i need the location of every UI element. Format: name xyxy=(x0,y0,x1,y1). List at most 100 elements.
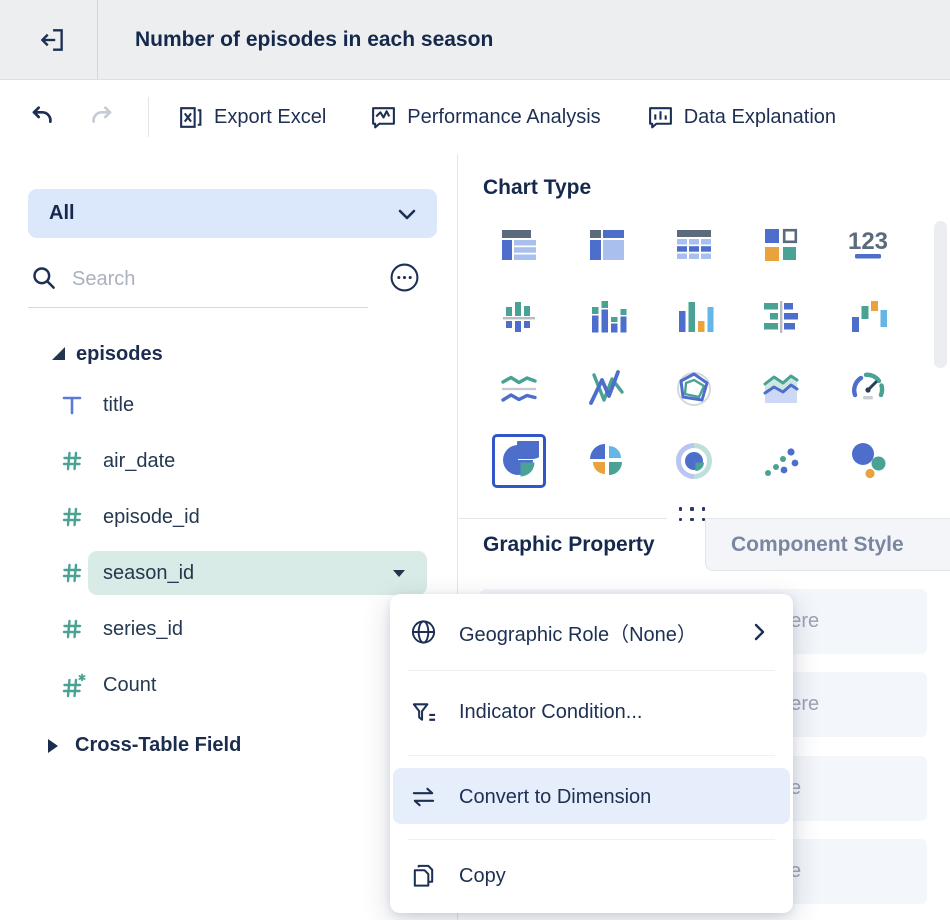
column-chart-icon xyxy=(674,297,714,337)
chart-type-pie[interactable] xyxy=(492,434,546,488)
menu-item-label: Copy xyxy=(459,865,506,888)
chart-type-cross-table[interactable] xyxy=(580,218,634,272)
globe-icon xyxy=(410,619,437,646)
chart-type-column[interactable] xyxy=(667,290,721,344)
menu-item-geographic-role-none[interactable]: Geographic Role（None） xyxy=(390,594,793,670)
chart-type-line[interactable] xyxy=(492,362,546,416)
chart-type-waterfall[interactable] xyxy=(841,290,895,344)
donut-rose-chart-icon xyxy=(674,441,714,481)
tree-group-cross-table-field[interactable]: Cross-Table Field xyxy=(0,728,457,762)
hash-icon xyxy=(60,505,84,529)
text-icon xyxy=(60,393,84,417)
header-divider xyxy=(97,0,98,79)
chart-type-kpi-card[interactable]: 123 xyxy=(841,218,895,272)
chart-type-detail-table[interactable] xyxy=(667,218,721,272)
toolbar-button-data-explanation[interactable]: Data Explanation xyxy=(647,104,836,131)
field-item-season_id[interactable]: season_id xyxy=(0,551,457,595)
field-item-episode_id[interactable]: episode_id xyxy=(0,495,457,539)
copy-icon xyxy=(410,863,437,890)
field-options-button[interactable] xyxy=(387,260,421,294)
search-underline xyxy=(28,307,368,308)
stacked-column-chart-icon xyxy=(587,297,627,337)
bidirectional-bar-chart-icon xyxy=(499,297,539,337)
chart-type-scatter[interactable] xyxy=(754,434,808,488)
barchart-bubble-icon xyxy=(647,104,674,131)
caret-collapsed-icon xyxy=(48,739,58,753)
area-chart-icon xyxy=(761,369,801,409)
field-label: Count xyxy=(103,663,156,707)
chart-type-heading: Chart Type xyxy=(483,176,591,200)
field-item-Count[interactable]: Count xyxy=(0,663,457,707)
app-window: Number of episodes in each season Export… xyxy=(0,0,950,920)
search-icon xyxy=(30,264,57,291)
back-exit-icon xyxy=(37,25,67,55)
tab-component-style[interactable]: Component Style xyxy=(705,518,950,571)
multi-line-chart-icon xyxy=(587,369,627,409)
field-item-series_id[interactable]: series_id xyxy=(0,607,457,651)
gauge-chart-icon xyxy=(848,369,888,409)
six-dots-icon xyxy=(679,507,706,521)
card-group-chart-icon xyxy=(761,225,801,265)
back-button[interactable] xyxy=(30,24,74,56)
scatter-chart-icon xyxy=(761,441,801,481)
field-context-menu: Geographic Role（None）Indicator Condition… xyxy=(390,594,793,913)
field-label: air_date xyxy=(103,439,175,483)
detail-table-chart-icon xyxy=(674,225,714,265)
search-row xyxy=(0,258,457,304)
pulse-bubble-icon xyxy=(370,104,397,131)
menu-item-convert-to-dimension[interactable]: Convert to Dimension xyxy=(390,755,793,839)
tree-group-label: Cross-Table Field xyxy=(75,728,241,762)
scrollbar-thumb[interactable] xyxy=(934,221,947,368)
toolbar-button-performance-analysis[interactable]: Performance Analysis xyxy=(370,104,600,131)
chart-type-bidirectional-bar[interactable] xyxy=(492,290,546,344)
radar-chart-icon xyxy=(674,369,714,409)
field-item-air_date[interactable]: air_date xyxy=(0,439,457,483)
search-input[interactable] xyxy=(70,261,324,297)
chart-type-bubble[interactable] xyxy=(841,434,895,488)
table-filter-value: All xyxy=(49,189,75,238)
tree-group-episodes[interactable]: episodes xyxy=(0,340,457,368)
group-table-chart-icon xyxy=(499,225,539,265)
chart-type-card-group[interactable] xyxy=(754,218,808,272)
chart-type-gauge[interactable] xyxy=(841,362,895,416)
field-label: title xyxy=(103,383,134,427)
chart-type-bidirectional-horizontal-bar[interactable] xyxy=(754,290,808,344)
tab-label: Component Style xyxy=(731,519,904,570)
excel-icon xyxy=(177,104,204,131)
pie-chart-icon xyxy=(499,441,539,481)
toolbar-button-label: Data Explanation xyxy=(684,106,836,129)
field-item-title[interactable]: title xyxy=(0,383,457,427)
hash-star-icon xyxy=(60,673,84,697)
chart-type-stacked-column[interactable] xyxy=(580,290,634,344)
field-label: season_id xyxy=(103,551,194,595)
line-chart-icon xyxy=(499,369,539,409)
toolbar-button-export-excel[interactable]: Export Excel xyxy=(177,104,326,131)
table-filter-select[interactable]: All xyxy=(28,189,437,238)
undo-icon xyxy=(27,103,55,131)
field-menu-caret-icon[interactable] xyxy=(393,570,405,577)
toolbar-button-label: Performance Analysis xyxy=(407,106,600,129)
waterfall-chart-icon xyxy=(848,297,888,337)
undo-button[interactable] xyxy=(24,100,58,134)
header-bar: Number of episodes in each season xyxy=(0,0,950,80)
chart-type-multi-line[interactable] xyxy=(580,362,634,416)
menu-item-indicator-condition[interactable]: Indicator Condition... xyxy=(390,670,793,755)
chevron-down-icon xyxy=(395,202,419,226)
field-label: episode_id xyxy=(103,495,200,539)
chart-type-area[interactable] xyxy=(754,362,808,416)
chart-type-radar[interactable] xyxy=(667,362,721,416)
chart-type-quadrant-pie[interactable] xyxy=(580,434,634,488)
hash-icon xyxy=(60,561,84,585)
chart-type-group-table[interactable] xyxy=(492,218,546,272)
hash-icon xyxy=(60,449,84,473)
toolbar-button-label: Export Excel xyxy=(214,106,326,129)
kpi-card-chart-icon: 123 xyxy=(848,225,888,265)
toolbar-actions: Export Excel Performance Analysis Data Exp… xyxy=(149,104,836,131)
caret-expanded-icon xyxy=(52,347,65,360)
menu-item-label: Convert to Dimension xyxy=(459,786,651,809)
menu-item-copy[interactable]: Copy xyxy=(390,839,793,913)
redo-button[interactable] xyxy=(86,100,120,134)
chart-type-donut-rose[interactable] xyxy=(667,434,721,488)
svg-text:123: 123 xyxy=(848,228,888,255)
tab-graphic-property[interactable]: Graphic Property xyxy=(483,518,655,571)
